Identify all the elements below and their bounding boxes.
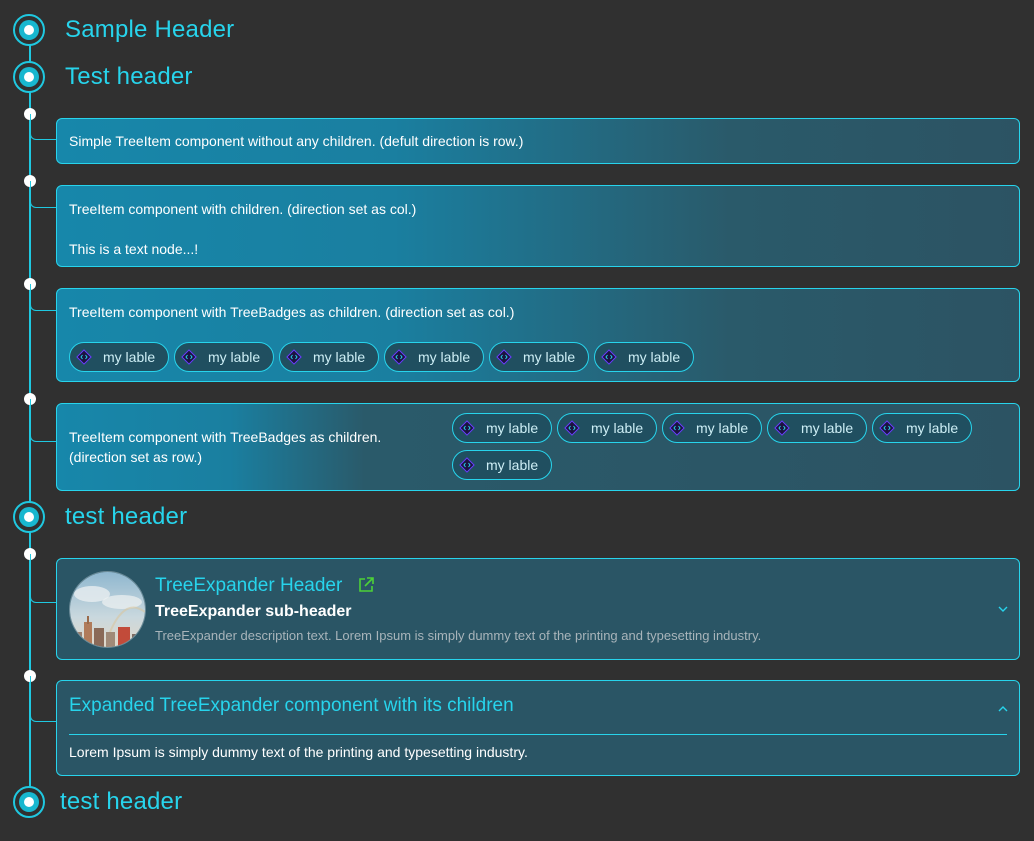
code-diamond-icon: [76, 349, 92, 365]
expander-divider: [69, 734, 1007, 735]
code-diamond-icon: [496, 349, 512, 365]
tree-item-text: (direction set as row.): [69, 449, 203, 465]
badge-label: my lable: [696, 420, 749, 436]
header-node-icon: [13, 501, 45, 533]
tree-connector: [30, 284, 57, 311]
badge-label: my lable: [628, 349, 681, 365]
tree-badge[interactable]: my lable: [557, 413, 657, 443]
badge-label: my lable: [906, 420, 959, 436]
tree-badge[interactable]: my lable: [69, 342, 169, 372]
tree-badge[interactable]: my lable: [452, 413, 552, 443]
code-diamond-icon: [181, 349, 197, 365]
tree-item-text: TreeItem component with TreeBadges as ch…: [69, 304, 515, 320]
chevron-up-icon[interactable]: [997, 703, 1009, 715]
tree-badge[interactable]: my lable: [872, 413, 972, 443]
header-label: test header: [60, 788, 183, 815]
tree-item-child-text: This is a text node...!: [69, 241, 199, 257]
tree-badge[interactable]: my lable: [767, 413, 867, 443]
tree-expander[interactable]: TreeExpander Header TreeExpander sub-hea…: [56, 558, 1020, 660]
expander-description: TreeExpander description text. Lorem Ips…: [155, 628, 762, 643]
tree-badge[interactable]: my lable: [279, 342, 379, 372]
tree-badge[interactable]: my lable: [384, 342, 484, 372]
tree-expander-expanded: Expanded TreeExpander component with its…: [56, 680, 1020, 776]
external-link-icon[interactable]: [357, 576, 375, 594]
header-label: test header: [65, 503, 188, 530]
badge-label: my lable: [486, 420, 539, 436]
tree-badge[interactable]: my lable: [489, 342, 589, 372]
tree-connector: [30, 554, 57, 603]
tree-item: TreeItem component with TreeBadges as ch…: [56, 403, 1020, 491]
header-node-icon: [13, 786, 45, 818]
code-diamond-icon: [391, 349, 407, 365]
tree-badge[interactable]: my lable: [452, 450, 552, 480]
tree-badge[interactable]: my lable: [174, 342, 274, 372]
avatar: [69, 571, 146, 648]
badge-label: my lable: [591, 420, 644, 436]
tree-badge[interactable]: my lable: [594, 342, 694, 372]
header-node-icon: [13, 14, 45, 46]
code-diamond-icon: [774, 420, 790, 436]
badge-label: my lable: [523, 349, 576, 365]
code-diamond-icon: [286, 349, 302, 365]
tree-item-text: TreeItem component with children. (direc…: [69, 201, 417, 217]
header-label: Test header: [65, 63, 193, 90]
expander-header: TreeExpander Header: [155, 575, 343, 596]
tree-connector: [30, 676, 57, 722]
code-diamond-icon: [564, 420, 580, 436]
header-label: Sample Header: [65, 16, 235, 43]
badge-label: my lable: [103, 349, 156, 365]
badge-label: my lable: [208, 349, 261, 365]
code-diamond-icon: [879, 420, 895, 436]
tree-item-text: TreeItem component with TreeBadges as ch…: [69, 429, 382, 445]
code-diamond-icon: [459, 457, 475, 473]
tree-item: TreeItem component with children. (direc…: [56, 185, 1020, 267]
chevron-down-icon[interactable]: [997, 603, 1009, 615]
header-node-icon: [13, 61, 45, 93]
badge-label: my lable: [801, 420, 854, 436]
badge-label: my lable: [418, 349, 471, 365]
badge-label: my lable: [486, 457, 539, 473]
expander-header[interactable]: Expanded TreeExpander component with its…: [69, 695, 514, 717]
code-diamond-icon: [669, 420, 685, 436]
tree-item: Simple TreeItem component without any ch…: [56, 118, 1020, 164]
tree-item: TreeItem component with TreeBadges as ch…: [56, 288, 1020, 382]
tree-connector: [30, 181, 57, 208]
tree-connector: [30, 399, 57, 442]
badge-label: my lable: [313, 349, 366, 365]
tree-badge[interactable]: my lable: [662, 413, 762, 443]
expander-sub-header: TreeExpander sub-header: [155, 603, 352, 620]
code-diamond-icon: [459, 420, 475, 436]
expander-body-text: Lorem Ipsum is simply dummy text of the …: [69, 744, 528, 760]
code-diamond-icon: [601, 349, 617, 365]
tree-item-text: Simple TreeItem component without any ch…: [69, 133, 524, 149]
tree-connector: [30, 114, 57, 140]
